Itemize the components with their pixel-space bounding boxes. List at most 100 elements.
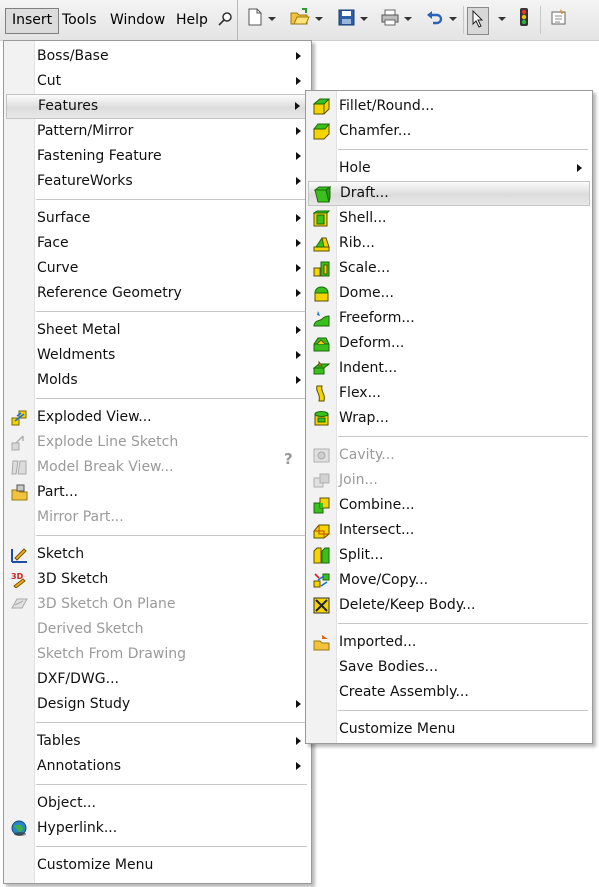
menu-item-reference-geometry[interactable]: Reference Geometry <box>6 281 309 306</box>
delete-keep-body-icon <box>313 597 330 614</box>
menu-item-indent[interactable]: Indent... <box>308 356 590 381</box>
menu-item-sketch[interactable]: Sketch <box>6 542 309 567</box>
menu-item-label: Sketch <box>37 546 85 562</box>
help-question-icon: ? <box>284 450 293 468</box>
menu-item-create-assembly[interactable]: Create Assembly... <box>308 680 590 705</box>
rebuild-button[interactable] <box>519 8 529 30</box>
menu-item-features[interactable]: Features <box>6 94 309 119</box>
menu-item-sheet-metal[interactable]: Sheet Metal <box>6 318 309 343</box>
menu-item-wrap[interactable]: Wrap... <box>308 406 590 431</box>
move-copy-icon <box>313 572 330 589</box>
combine-icon <box>313 497 330 514</box>
menu-item-fastening-feature[interactable]: Fastening Feature <box>6 144 309 169</box>
menu-separator <box>338 149 588 150</box>
menu-item-face[interactable]: Face <box>6 231 309 256</box>
menu-item-molds[interactable]: Molds <box>6 368 309 393</box>
submenu-arrow-icon <box>296 762 301 770</box>
menu-item-hyperlink[interactable]: Hyperlink... <box>6 816 309 841</box>
menu-item-model-break-view: Model Break View... <box>6 455 309 480</box>
menu-item-label: Design Study <box>37 696 131 712</box>
chevron-down-icon[interactable] <box>268 17 276 21</box>
menu-item-curve[interactable]: Curve <box>6 256 309 281</box>
options-button[interactable] <box>550 8 568 30</box>
menu-item-rib[interactable]: Rib... <box>308 231 590 256</box>
menu-item-intersect[interactable]: Intersect... <box>308 518 590 543</box>
submenu-arrow-icon <box>295 102 300 110</box>
menu-item-boss-base[interactable]: Boss/Base <box>6 44 309 69</box>
menu-item-dxf-dwg[interactable]: DXF/DWG... <box>6 667 309 692</box>
save-button[interactable] <box>338 8 368 30</box>
select-dropdown[interactable] <box>498 8 506 30</box>
new-document-icon <box>247 8 263 30</box>
toolbar-separator <box>237 0 238 40</box>
menu-item-delete-keep-body[interactable]: Delete/Keep Body... <box>308 593 590 618</box>
menu-item-annotations[interactable]: Annotations <box>6 754 309 779</box>
menu-item-label: Save Bodies... <box>339 659 439 675</box>
menu-item-object[interactable]: Object... <box>6 791 309 816</box>
exploded-view-icon <box>11 409 28 426</box>
new-document-button[interactable] <box>247 8 276 30</box>
menu-item-shell[interactable]: Shell... <box>308 206 590 231</box>
menu-separator <box>338 623 588 624</box>
menu-item-exploded-view[interactable]: Exploded View... <box>6 405 309 430</box>
menu-item-flex[interactable]: Flex... <box>308 381 590 406</box>
menu-item-freeform[interactable]: Freeform... <box>308 306 590 331</box>
menu-item-tables[interactable]: Tables <box>6 729 309 754</box>
wrap-icon <box>313 410 330 427</box>
submenu-arrow-icon <box>296 214 301 222</box>
menu-item-label: Create Assembly... <box>339 684 469 700</box>
menu-item-dome[interactable]: Dome... <box>308 281 590 306</box>
menu-help[interactable]: Help <box>170 8 214 32</box>
menu-item-label: Curve <box>37 260 79 276</box>
menu-item-label: Split... <box>339 547 384 563</box>
print-button[interactable] <box>381 8 412 30</box>
explode-line-sketch-icon <box>11 434 28 451</box>
menu-item-cut[interactable]: Cut <box>6 69 309 94</box>
chevron-down-icon[interactable] <box>360 17 368 21</box>
pushpin-icon[interactable] <box>217 8 233 30</box>
menu-item-3d-sketch[interactable]: 3D 3D Sketch <box>6 567 309 592</box>
menu-item-featureworks[interactable]: FeatureWorks <box>6 169 309 194</box>
menu-window[interactable]: Window <box>104 8 171 32</box>
deform-icon <box>313 335 330 352</box>
menu-item-split[interactable]: Split... <box>308 543 590 568</box>
menu-item-customize-menu[interactable]: Customize Menu <box>6 853 309 878</box>
submenu-arrow-icon <box>296 737 301 745</box>
menu-item-part[interactable]: Part... <box>6 480 309 505</box>
menu-item-hole[interactable]: Hole <box>308 156 590 181</box>
rib-icon <box>313 235 330 252</box>
menu-item-deform[interactable]: Deform... <box>308 331 590 356</box>
menu-item-chamfer[interactable]: Chamfer... <box>308 119 590 144</box>
menu-item-fillet-round[interactable]: Fillet/Round... <box>308 94 590 119</box>
undo-button[interactable] <box>426 8 457 30</box>
open-button[interactable] <box>290 8 323 30</box>
submenu-arrow-icon <box>296 376 301 384</box>
menu-item-label: Annotations <box>37 758 122 774</box>
chevron-down-icon[interactable] <box>498 17 506 21</box>
menu-item-customize-menu[interactable]: Customize Menu <box>308 717 590 742</box>
chevron-down-icon[interactable] <box>315 17 323 21</box>
menu-item-label: Derived Sketch <box>37 621 144 637</box>
flex-icon <box>313 385 330 402</box>
menu-item-label: Molds <box>37 372 78 388</box>
menu-item-scale[interactable]: Scale... <box>308 256 590 281</box>
menu-item-label: Sheet Metal <box>37 322 121 338</box>
menu-item-pattern-mirror[interactable]: Pattern/Mirror <box>6 119 309 144</box>
menu-item-weldments[interactable]: Weldments <box>6 343 309 368</box>
menu-item-move-copy[interactable]: Move/Copy... <box>308 568 590 593</box>
menu-item-imported[interactable]: Imported... <box>308 630 590 655</box>
menu-item-surface[interactable]: Surface <box>6 206 309 231</box>
chevron-down-icon[interactable] <box>449 17 457 21</box>
menu-item-save-bodies[interactable]: Save Bodies... <box>308 655 590 680</box>
menu-tools[interactable]: Tools <box>56 8 103 32</box>
menu-insert[interactable]: Insert <box>5 8 60 34</box>
menu-item-design-study[interactable]: Design Study <box>6 692 309 717</box>
print-icon <box>381 9 399 30</box>
menu-item-draft[interactable]: Draft... <box>308 181 590 206</box>
menu-separator <box>36 846 307 847</box>
menu-item-combine[interactable]: Combine... <box>308 493 590 518</box>
imported-icon <box>313 634 330 651</box>
chevron-down-icon[interactable] <box>404 17 412 21</box>
menu-separator <box>36 722 307 723</box>
select-button[interactable] <box>467 7 489 35</box>
